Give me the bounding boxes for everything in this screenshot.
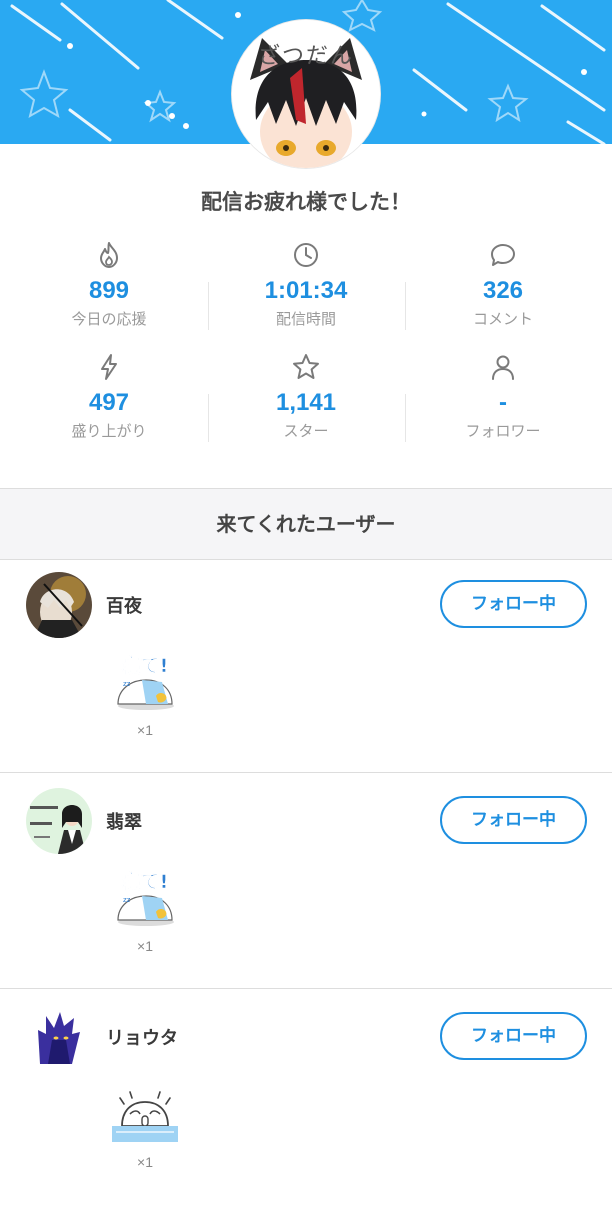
- following-button[interactable]: フォロー中: [440, 580, 587, 628]
- star-icon: [293, 354, 319, 379]
- stat-stars: 1,141 スター: [207, 352, 405, 441]
- sticker-text: 寝て!: [122, 654, 169, 677]
- sleep-sticker-icon: 寝て! zz: [117, 654, 174, 710]
- stat-divider: [208, 282, 209, 330]
- visitor-row: リョウタ フォロー中 ×1: [0, 990, 612, 1206]
- stat-value: 899: [88, 277, 130, 304]
- user-name: 百夜: [106, 596, 142, 617]
- stat-stream-time: 1:01:34 配信時間: [207, 240, 405, 329]
- svg-text:zz: zz: [123, 896, 131, 904]
- stat-support: 899 今日の応援: [10, 240, 208, 329]
- stat-label: 今日の応援: [71, 310, 147, 328]
- crying-sticker-icon: [112, 1091, 178, 1142]
- stat-value: 326: [482, 277, 524, 304]
- gift-count: ×1: [137, 722, 153, 738]
- stat-followers: - フォロワー: [404, 352, 602, 441]
- user-avatar-art: [26, 572, 92, 638]
- user-name: 翡翠: [106, 812, 142, 833]
- streamer-avatar[interactable]: ざつだん: [232, 20, 380, 168]
- lightning-icon: [101, 354, 117, 380]
- row-divider: [0, 772, 612, 773]
- user-avatar-art: [26, 788, 92, 854]
- flame-icon: [100, 242, 118, 268]
- stat-value: 1,141: [275, 389, 337, 416]
- stat-divider: [405, 394, 406, 442]
- gift-count: ×1: [137, 938, 153, 954]
- visitors-heading: 来てくれたユーザー: [0, 488, 612, 560]
- page-title: 配信お疲れ様でした！: [201, 190, 411, 214]
- stat-value: 1:01:34: [264, 277, 348, 304]
- stat-label: 配信時間: [275, 310, 336, 328]
- user-avatar[interactable]: [26, 1004, 92, 1070]
- stat-label: コメント: [472, 310, 533, 328]
- stat-comments: 326 コメント: [404, 240, 602, 329]
- svg-text:zz: zz: [123, 680, 131, 688]
- stat-excitement: 497 盛り上がり: [10, 352, 208, 441]
- following-button[interactable]: フォロー中: [440, 1012, 587, 1060]
- user-avatar[interactable]: [26, 788, 92, 854]
- sticker-text: 寝て!: [122, 870, 169, 893]
- comment-bubble-icon: [491, 244, 515, 266]
- clock-icon: [294, 243, 318, 267]
- user-name: リョウタ: [106, 1028, 178, 1049]
- avatar-caption: ざつだん: [257, 44, 354, 69]
- following-button[interactable]: フォロー中: [440, 796, 587, 844]
- visitor-row: 翡翠 フォロー中 寝て! zz ×1: [0, 774, 612, 990]
- stat-label: フォロワー: [465, 422, 541, 440]
- person-icon: [492, 355, 514, 380]
- stat-value: 497: [88, 389, 130, 416]
- stat-value: -: [499, 389, 507, 416]
- user-avatar-art: [26, 1004, 92, 1070]
- stat-divider: [405, 282, 406, 330]
- stat-label: 盛り上がり: [71, 422, 147, 440]
- sleep-sticker-icon: 寝て! zz: [117, 870, 174, 926]
- gift-count: ×1: [137, 1154, 153, 1170]
- row-divider: [0, 988, 612, 989]
- user-avatar[interactable]: [26, 572, 92, 638]
- stat-divider: [208, 394, 209, 442]
- visitor-row: 百夜 フォロー中 寝て! zz ×1: [0, 558, 612, 774]
- stat-label: スター: [283, 422, 329, 440]
